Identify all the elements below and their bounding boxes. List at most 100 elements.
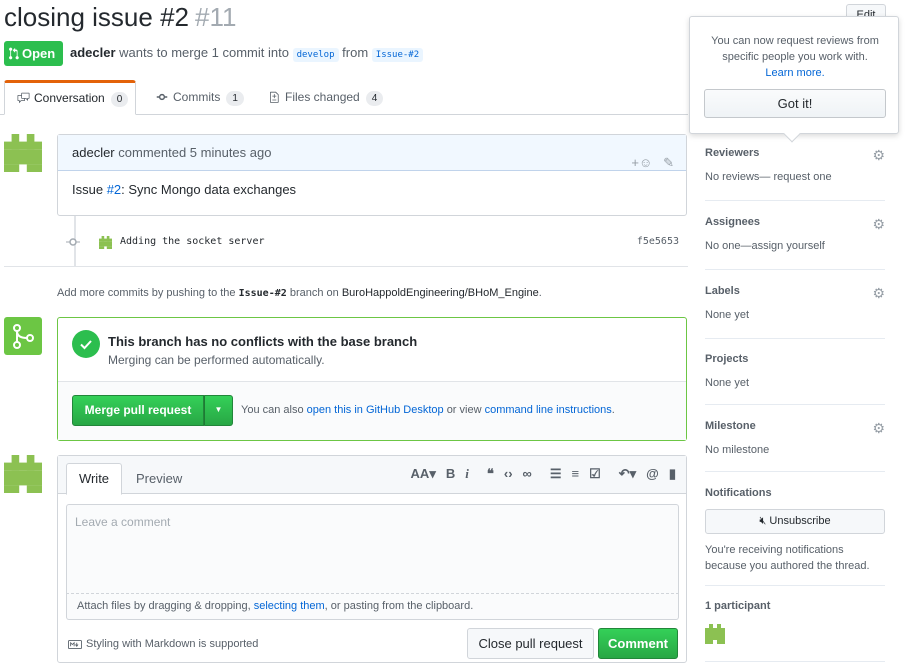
pr-tabs: Conversation 0 Commits 1 Files changed 4 <box>0 80 688 115</box>
tab-preview[interactable]: Preview <box>136 463 182 495</box>
pr-title: closing issue #2 #11 <box>4 2 237 32</box>
tab-conversation[interactable]: Conversation 0 <box>4 80 136 115</box>
popover-arrow <box>783 125 801 143</box>
reviewers-value[interactable]: No reviews— request one <box>705 171 885 183</box>
labels-title: Labels <box>705 285 740 297</box>
milestone-title: Milestone <box>705 420 756 432</box>
sidebar-labels: Labels ⚙ None yet <box>705 285 885 339</box>
issue-link[interactable]: #2 <box>107 182 121 197</box>
merge-status-icon <box>4 317 42 355</box>
comment-author[interactable]: adecler <box>72 145 115 160</box>
merge-pull-request-button[interactable]: Merge pull request <box>72 395 204 426</box>
task-list-icon[interactable]: ☑ <box>589 466 601 482</box>
tab-count: 4 <box>365 91 384 106</box>
quote-icon[interactable]: ❝ <box>487 466 494 482</box>
head-branch[interactable]: Issue-#2 <box>371 48 424 62</box>
gear-icon[interactable]: ⚙ <box>872 420 885 437</box>
identicon-icon <box>4 134 42 172</box>
open-desktop-link[interactable]: open this in GitHub Desktop <box>307 404 444 416</box>
merge-alt-text: You can also <box>241 404 304 416</box>
sidebar-milestone: Milestone ⚙ No milestone <box>705 420 885 472</box>
comment-box: adecler commented 5 minutes ago +☺ ✎ Iss… <box>57 134 687 216</box>
comment-actions: +☺ ✎ <box>631 145 674 181</box>
comment-header: adecler commented 5 minutes ago +☺ ✎ <box>58 135 686 171</box>
notifications-note: You're receiving notifications because y… <box>705 544 870 572</box>
code-icon[interactable]: ‹› <box>504 466 513 482</box>
reviewers-title: Reviewers <box>705 147 760 159</box>
participants-title: 1 participant <box>705 600 771 612</box>
add-reaction-icon[interactable]: +☺ <box>631 155 652 170</box>
gear-icon[interactable]: ⚙ <box>872 216 885 233</box>
commit-sha[interactable]: f5e5653 <box>637 236 679 247</box>
notifications-title: Notifications <box>705 487 772 499</box>
milestone-value: No milestone <box>705 444 770 456</box>
comment-text-rest: : Sync Mongo data exchanges <box>121 182 297 197</box>
labels-value: None yet <box>705 309 750 321</box>
markdown-toolbar: AA▾ B i ❝ ‹› ∞ ☰ ≡ ☑ ↶▾ @ ▮ <box>411 466 676 482</box>
commit-icon <box>156 93 168 101</box>
merge-alt-middle: or view <box>446 404 482 416</box>
merge-status: This branch has no conflicts with the ba… <box>58 318 686 382</box>
attach-text-rest: , or pasting from the clipboard. <box>324 600 474 612</box>
merge-box: This branch has no conflicts with the ba… <box>57 317 687 441</box>
text-size-icon[interactable]: AA▾ <box>411 466 436 482</box>
link-icon[interactable]: ∞ <box>523 466 532 482</box>
file-diff-icon <box>270 91 279 103</box>
projects-value: None yet <box>705 377 750 389</box>
tab-count: 0 <box>110 92 129 107</box>
assignees-value[interactable]: No one—assign yourself <box>705 240 885 252</box>
gear-icon[interactable]: ⚙ <box>872 147 885 164</box>
markdown-icon <box>68 640 82 649</box>
learn-more-link[interactable]: Learn more. <box>765 67 824 79</box>
commit-author-avatar[interactable] <box>99 236 112 249</box>
close-pull-request-button[interactable]: Close pull request <box>467 628 594 659</box>
sidebar-notifications: Notifications 🔇︎ Unsubscribe You're rece… <box>705 487 885 586</box>
numbered-list-icon[interactable]: ≡ <box>571 466 579 482</box>
bold-icon[interactable]: B <box>446 466 455 482</box>
reply-icon[interactable]: ↶▾ <box>619 466 636 482</box>
got-it-button[interactable]: Got it! <box>704 89 886 118</box>
comment-body: Issue #2: Sync Mongo data exchanges <box>58 171 686 208</box>
tab-commits[interactable]: Commits 1 <box>155 80 244 115</box>
gear-icon[interactable]: ⚙ <box>872 285 885 302</box>
push-note-text: Add more commits by pushing to the <box>57 287 236 299</box>
avatar[interactable] <box>4 134 42 172</box>
tab-files-changed[interactable]: Files changed 4 <box>270 80 384 115</box>
command-line-link[interactable]: command line instructions <box>485 404 612 416</box>
pull-request-icon <box>9 47 19 60</box>
assignees-title: Assignees <box>705 216 761 228</box>
new-comment-form: Write Preview AA▾ B i ❝ ‹› ∞ ☰ ≡ ☑ ↶▾ @ … <box>57 455 687 663</box>
author-link[interactable]: adecler <box>70 45 116 60</box>
pr-meta: adecler wants to merge 1 commit into dev… <box>70 45 424 62</box>
attach-files-bar[interactable]: Attach files by dragging & dropping, sel… <box>66 594 679 620</box>
sidebar-assignees: Assignees ⚙ No one—assign yourself <box>705 216 885 270</box>
projects-title: Projects <box>705 353 749 365</box>
comment-button[interactable]: Comment <box>598 628 678 659</box>
mention-icon[interactable]: @ <box>646 466 659 482</box>
merge-title: This branch has no conflicts with the ba… <box>108 334 418 349</box>
meta-from: from <box>342 45 369 60</box>
identicon-icon <box>4 455 42 493</box>
merge-alt-suffix: . <box>611 404 615 416</box>
bullet-list-icon[interactable]: ☰ <box>550 466 562 482</box>
participant-avatar[interactable] <box>705 624 725 644</box>
base-branch[interactable]: develop <box>292 48 339 62</box>
bookmark-icon[interactable]: ▮ <box>669 466 676 482</box>
tab-count: 1 <box>226 91 244 106</box>
sidebar-projects: Projects None yet <box>705 353 885 405</box>
commit-dot-icon <box>66 238 80 246</box>
tab-write[interactable]: Write <box>66 463 122 495</box>
markdown-note[interactable]: Styling with Markdown is supported <box>68 638 258 650</box>
commit-message[interactable]: Adding the socket server <box>120 236 265 247</box>
edit-pencil-icon[interactable]: ✎ <box>663 155 674 170</box>
italic-icon[interactable]: i <box>465 466 469 482</box>
comment-input[interactable] <box>66 504 679 594</box>
push-note-middle: branch on <box>289 287 339 299</box>
unsubscribe-button[interactable]: 🔇︎ Unsubscribe <box>705 509 885 534</box>
comment-time: commented 5 minutes ago <box>118 145 272 160</box>
merge-method-dropdown[interactable]: ▼ <box>204 395 233 426</box>
caret-down-icon: ▼ <box>214 405 223 414</box>
avatar[interactable] <box>4 455 42 493</box>
attach-text: Attach files by dragging & dropping, <box>77 600 251 612</box>
select-files-link[interactable]: selecting them <box>254 600 325 612</box>
